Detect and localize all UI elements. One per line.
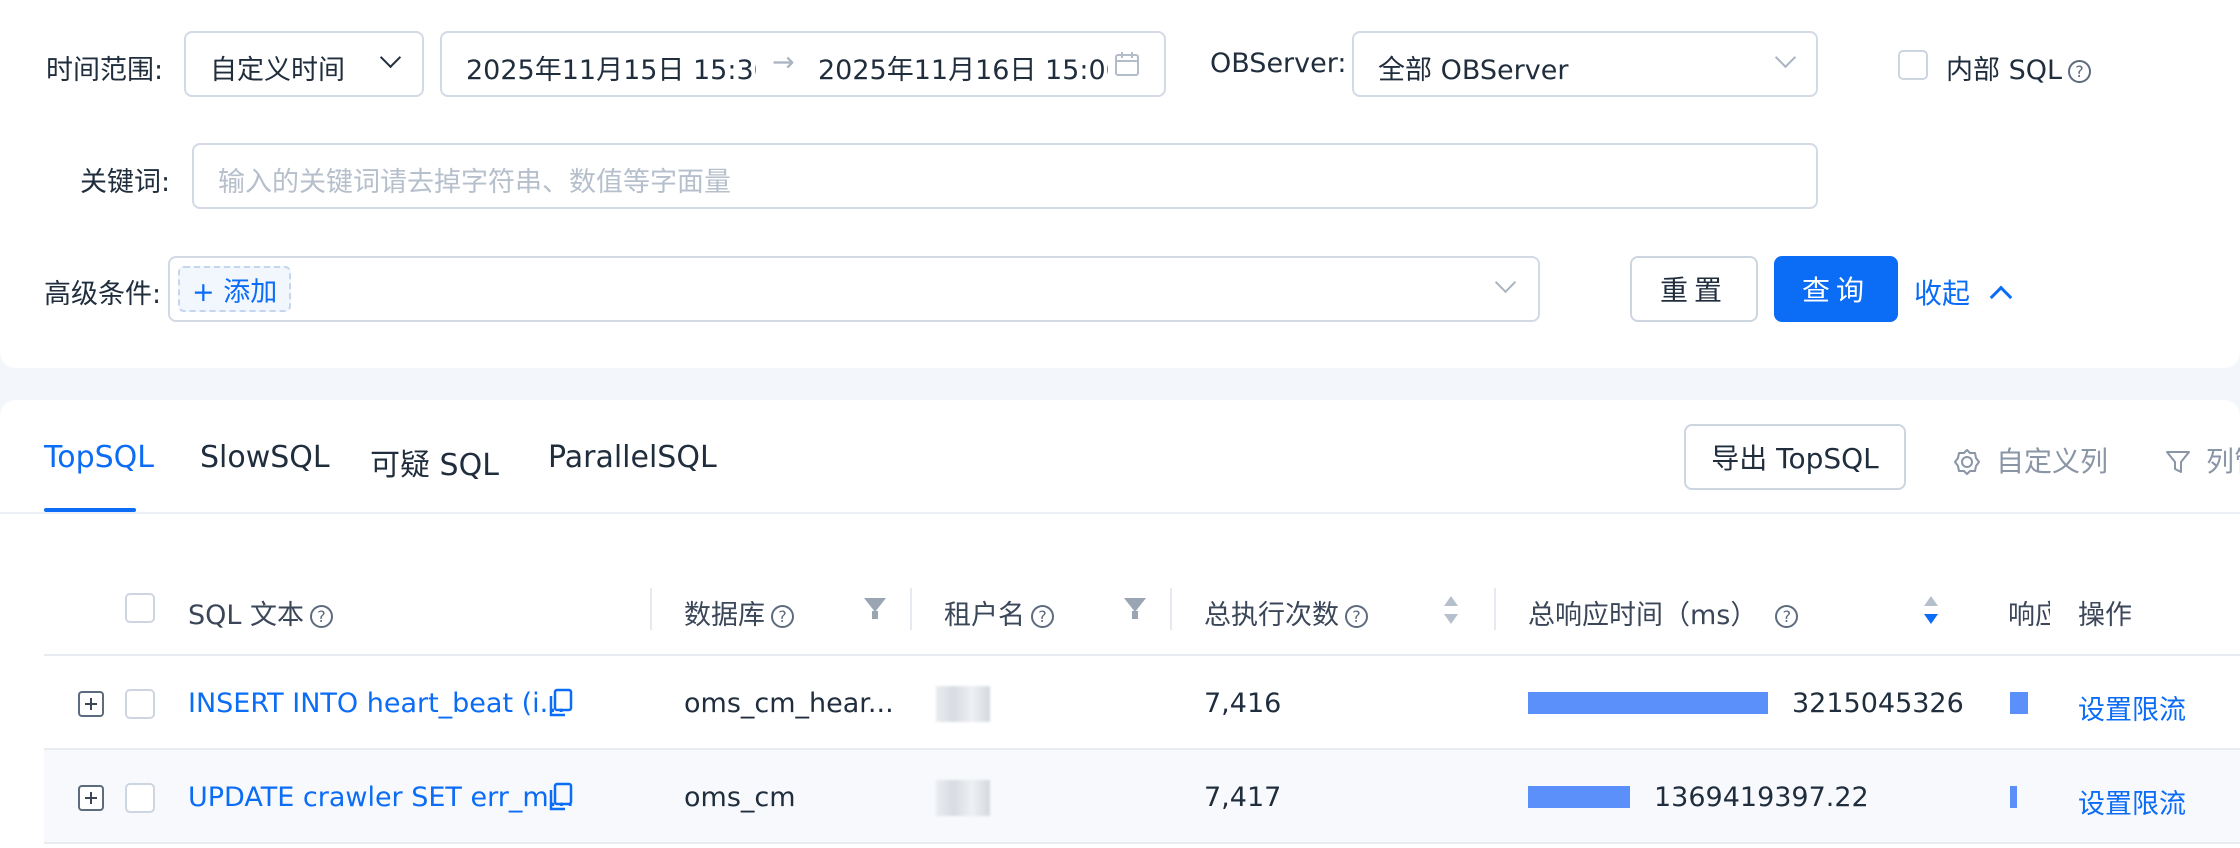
custom-columns-label: 自定义列 — [1996, 445, 2109, 478]
tenant-redacted — [936, 686, 990, 722]
help-icon[interactable]: ? — [2068, 60, 2092, 83]
help-icon[interactable]: ? — [310, 605, 334, 628]
end-time-input[interactable]: 2025年11月16日 15:00:4 — [818, 48, 1108, 87]
export-topsql-button[interactable]: 导出 TopSQL — [1684, 424, 1906, 490]
help-icon[interactable]: ? — [1345, 605, 1368, 628]
response-bar — [2010, 692, 2028, 714]
time-range-label: 时间范围: — [46, 55, 164, 86]
tenant-filter-icon[interactable] — [1124, 598, 1146, 622]
response-bar — [2010, 786, 2017, 808]
database-cell: oms_cm — [684, 782, 796, 813]
col-header-response[interactable]: 响应 — [2008, 593, 2050, 632]
observer-select[interactable]: 全部 OBServer — [1352, 31, 1818, 97]
collapse-link[interactable]: 收起 — [1914, 272, 2013, 312]
gear-icon — [1954, 449, 1980, 475]
set-rate-limit-link[interactable]: 设置限流 — [2078, 688, 2186, 727]
column-divider — [1494, 588, 1496, 630]
help-icon[interactable]: ? — [771, 605, 794, 628]
keyword-placeholder: 输入的关键词请去掉字符串、数值等字面量 — [218, 167, 731, 198]
column-divider — [650, 588, 652, 630]
observer-value: 全部 OBServer — [1378, 55, 1569, 86]
col-header-database[interactable]: 数据库? — [684, 593, 794, 632]
sort-icon[interactable] — [1442, 594, 1460, 626]
copy-icon[interactable] — [548, 782, 574, 812]
help-icon[interactable]: ? — [1775, 605, 1799, 628]
row-divider — [44, 842, 2240, 844]
column-divider — [1170, 588, 1172, 630]
observer-label: OBServer: — [1210, 48, 1347, 79]
col-header-total-response-label: 总响应时间（ms） — [1528, 600, 1758, 631]
query-button[interactable]: 查询 — [1774, 256, 1898, 322]
calendar-icon — [1115, 52, 1139, 76]
chevron-down-icon — [1774, 46, 1797, 69]
column-manage-button[interactable]: 列管 — [2164, 440, 2240, 480]
col-header-exec-count-label: 总执行次数 — [1204, 600, 1339, 631]
chevron-up-icon — [1989, 285, 2013, 309]
total-response-value: 3215045326 — [1792, 688, 1964, 719]
advanced-conditions-select[interactable]: + 添加 — [168, 256, 1540, 322]
tab-suspicious-sql[interactable]: 可疑 SQL — [370, 440, 499, 484]
tenant-redacted — [936, 780, 990, 816]
export-topsql-label: 导出 TopSQL — [1711, 442, 1879, 475]
tabs-divider — [0, 512, 2240, 514]
col-header-sql-text[interactable]: SQL 文本? — [188, 593, 334, 632]
time-mode-value: 自定义时间 — [210, 55, 345, 86]
col-header-tenant[interactable]: 租户名? — [944, 593, 1054, 632]
database-cell: oms_cm_hear... — [684, 688, 894, 719]
keyword-input[interactable]: 输入的关键词请去掉字符串、数值等字面量 — [192, 143, 1818, 209]
internal-sql-checkbox[interactable] — [1898, 50, 1928, 80]
reset-button[interactable]: 重置 — [1630, 256, 1758, 322]
time-mode-select[interactable]: 自定义时间 — [184, 31, 424, 97]
custom-columns-button[interactable]: 自定义列 — [1952, 440, 2108, 480]
col-header-tenant-label: 租户名 — [944, 600, 1025, 631]
add-condition-button[interactable]: + 添加 — [178, 266, 292, 312]
col-header-exec-count[interactable]: 总执行次数? — [1204, 593, 1368, 632]
funnel-stem — [1132, 611, 1138, 619]
tab-topsql[interactable]: TopSQL — [44, 440, 154, 475]
exec-count-cell: 7,417 — [1204, 782, 1282, 813]
funnel-stem — [872, 611, 878, 619]
funnel-shape — [864, 598, 886, 612]
total-response-bar — [1528, 692, 1768, 714]
advanced-conditions-label: 高级条件: — [44, 279, 162, 310]
col-header-total-response[interactable]: 总响应时间（ms）? — [1528, 593, 1799, 632]
internal-sql-text: 内部 SQL — [1946, 55, 2063, 86]
tab-parallelsql[interactable]: ParallelSQL — [548, 440, 717, 475]
col-header-action: 操作 — [2078, 600, 2132, 631]
select-all-checkbox[interactable] — [125, 593, 155, 623]
expand-row-icon[interactable] — [78, 691, 104, 717]
chevron-down-icon — [379, 46, 402, 69]
row-checkbox[interactable] — [125, 689, 155, 719]
date-range-picker[interactable]: 2025年11月15日 15:30:4 → 2025年11月16日 15:00:… — [440, 31, 1166, 97]
total-response-bar — [1528, 786, 1630, 808]
tab-slowsql[interactable]: SlowSQL — [200, 440, 330, 475]
keyword-label: 关键词: — [80, 167, 171, 198]
set-rate-limit-link[interactable]: 设置限流 — [2078, 782, 2186, 821]
column-divider — [910, 588, 912, 630]
total-response-value: 1369419397.22 — [1654, 782, 1869, 813]
funnel-shape — [1124, 598, 1146, 612]
add-condition-label: + 添加 — [192, 276, 278, 308]
exec-count-cell: 7,416 — [1204, 688, 1282, 719]
start-time-input[interactable]: 2025年11月15日 15:30:4 — [466, 48, 756, 87]
col-header-database-label: 数据库 — [684, 600, 765, 631]
internal-sql-label: 内部 SQL? — [1946, 48, 2092, 87]
collapse-label: 收起 — [1914, 277, 1971, 310]
expand-row-icon[interactable] — [78, 785, 104, 811]
database-filter-icon[interactable] — [864, 598, 886, 622]
sql-text-link[interactable]: UPDATE crawler SET err_m... — [188, 782, 574, 813]
sql-text-link[interactable]: INSERT INTO heart_beat (i... — [188, 688, 565, 719]
filter-icon — [2166, 451, 2190, 473]
help-icon[interactable]: ? — [1031, 605, 1054, 628]
range-arrow-icon: → — [772, 47, 795, 78]
sort-descending-icon[interactable] — [1922, 594, 1940, 626]
col-header-sql-text-label: SQL 文本 — [188, 600, 305, 631]
copy-icon[interactable] — [548, 688, 574, 718]
chevron-down-icon — [1494, 271, 1517, 294]
column-manage-label: 列管 — [2206, 445, 2240, 478]
row-checkbox[interactable] — [125, 783, 155, 813]
